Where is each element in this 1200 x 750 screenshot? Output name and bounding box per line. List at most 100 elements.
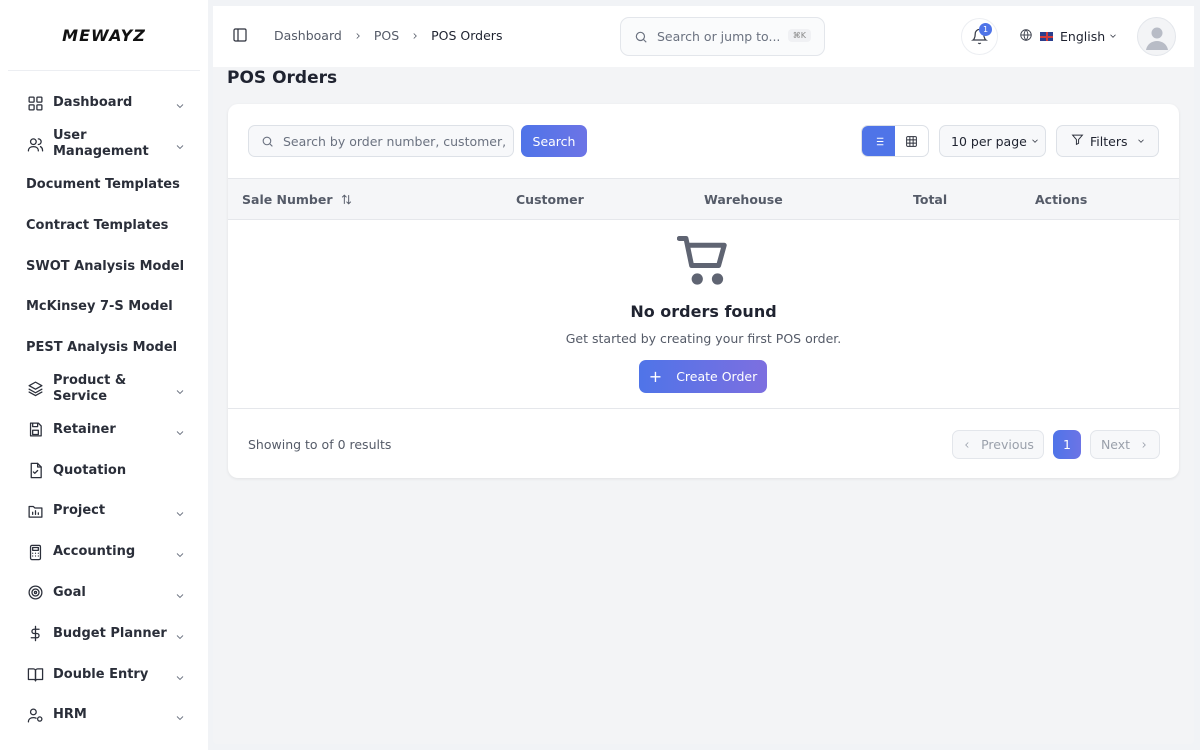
next-page-button[interactable]: Next (1090, 430, 1160, 459)
chevron-down-icon (174, 505, 186, 517)
sidebar-item-label: McKinsey 7-S Model (26, 299, 173, 315)
column-sale-number[interactable]: Sale Number (242, 192, 353, 207)
column-total: Total (913, 192, 948, 207)
chevron-down-icon (1127, 134, 1146, 149)
filter-bar: Search 10 per page Filters (228, 104, 1179, 178)
user-avatar[interactable] (1137, 17, 1176, 56)
chevron-down-icon (1032, 139, 1038, 143)
per-page-select[interactable]: 10 per page (939, 125, 1046, 157)
sidebar-item-goal[interactable]: Goal (0, 573, 208, 614)
order-search-field[interactable] (248, 125, 514, 157)
chevron-down-icon (174, 709, 186, 721)
filter-icon (1071, 133, 1090, 149)
sidebar-item-label: Project (53, 503, 106, 519)
sidebar-item-swot-analysis-model[interactable]: SWOT Analysis Model (0, 246, 208, 287)
chevron-right-icon (1142, 441, 1146, 448)
next-label: Next (1100, 437, 1131, 452)
sidebar-item-retainer[interactable]: Retainer (0, 409, 208, 450)
grid-icon (906, 135, 917, 147)
main-content: Dashboard POS POS Orders Search or jump … (213, 6, 1194, 744)
column-label: Sale Number (242, 192, 333, 207)
chevron-down-icon (174, 546, 186, 558)
global-search[interactable]: Search or jump to... ⌘K (620, 17, 825, 56)
sidebar-item-double-entry[interactable]: Double Entry (0, 654, 208, 695)
sidebar-item-quotation[interactable]: Quotation (0, 450, 208, 491)
sidebar-item-label: Document Templates (26, 176, 180, 192)
grid-view-button[interactable] (895, 126, 928, 156)
chevron-down-icon (174, 424, 186, 436)
sidebar-item-dashboard[interactable]: Dashboard (0, 83, 208, 124)
topbar: Dashboard POS POS Orders Search or jump … (213, 6, 1194, 67)
sidebar-item-accounting[interactable]: Accounting (0, 532, 208, 573)
empty-state-subtitle: Get started by creating your first POS o… (565, 331, 842, 346)
sidebar: MEWAYZ Dashboard User Management Documen… (0, 0, 208, 750)
search-icon (262, 136, 273, 147)
chevron-down-icon (174, 669, 186, 681)
create-order-label: Create Order (676, 369, 758, 384)
plus-icon: + (648, 366, 663, 386)
sidebar-item-project[interactable]: Project (0, 491, 208, 532)
sidebar-nav: Dashboard User Management Document Templ… (0, 83, 208, 736)
sidebar-item-label: PEST Analysis Model (26, 340, 178, 356)
filters-label: Filters (1090, 133, 1128, 149)
chevron-right-icon (353, 31, 363, 41)
file-check-icon (26, 462, 44, 480)
sidebar-item-mckinsey-7s-model[interactable]: McKinsey 7-S Model (0, 287, 208, 328)
layers-icon (26, 380, 44, 398)
keyboard-shortcut: ⌘K (787, 29, 811, 42)
global-search-placeholder: Search or jump to... (657, 29, 781, 44)
sidebar-item-label: Dashboard (53, 95, 133, 111)
dollar-icon (26, 625, 44, 643)
breadcrumb-pos[interactable]: POS (374, 28, 399, 43)
save-icon (26, 421, 44, 439)
chevron-down-icon (174, 587, 186, 599)
chevron-down-icon (1105, 29, 1118, 44)
shopping-cart-icon (676, 234, 731, 292)
order-search-input[interactable] (283, 133, 508, 149)
column-warehouse: Warehouse (704, 192, 783, 207)
sidebar-item-document-templates[interactable]: Document Templates (0, 165, 208, 206)
search-button[interactable]: Search (521, 125, 587, 157)
uk-flag-icon (1040, 32, 1053, 41)
search-icon (635, 31, 647, 43)
table-header: Sale Number Customer Warehouse Total Act… (228, 178, 1179, 220)
sidebar-item-label: Product & Service (53, 372, 127, 404)
notification-badge: 1 (979, 23, 992, 36)
page-number-button[interactable]: 1 (1053, 430, 1081, 459)
chevron-down-icon (174, 97, 186, 109)
list-icon (874, 137, 884, 145)
sidebar-item-pest-analysis-model[interactable]: PEST Analysis Model (0, 328, 208, 369)
column-customer: Customer (516, 192, 584, 207)
previous-page-button[interactable]: Previous (952, 430, 1044, 459)
language-selector[interactable]: English (1019, 28, 1118, 45)
notifications-button[interactable]: 1 (961, 18, 998, 55)
sidebar-item-label: Quotation (53, 462, 127, 478)
table-footer: Showing to of 0 results Previous 1 Next (228, 408, 1179, 478)
breadcrumb: Dashboard POS POS Orders (274, 28, 502, 43)
previous-label: Previous (981, 437, 1034, 452)
breadcrumb-dashboard[interactable]: Dashboard (274, 28, 342, 43)
sort-icon[interactable] (340, 193, 353, 206)
app-logo[interactable]: MEWAYZ (0, 26, 208, 45)
sidebar-item-label: Contract Templates (26, 217, 169, 233)
divider (8, 70, 200, 71)
language-label: English (1060, 29, 1106, 44)
chevron-right-icon (410, 31, 420, 41)
globe-icon (1019, 28, 1040, 45)
users-icon (26, 135, 44, 153)
book-open-icon (26, 666, 44, 684)
list-view-button[interactable] (862, 126, 895, 156)
filters-button[interactable]: Filters (1056, 125, 1159, 157)
sidebar-item-product-service[interactable]: Product & Service (0, 369, 208, 410)
sidebar-item-hrm[interactable]: HRM (0, 695, 208, 736)
sidebar-item-budget-planner[interactable]: Budget Planner (0, 613, 208, 654)
sidebar-item-label: Budget Planner (53, 625, 167, 641)
sidebar-item-contract-templates[interactable]: Contract Templates (0, 205, 208, 246)
sidebar-item-label: SWOT Analysis Model (26, 258, 185, 274)
create-order-button[interactable]: + Create Order (639, 360, 767, 393)
sidebar-item-label: Double Entry (53, 666, 149, 682)
folder-chart-icon (26, 502, 44, 520)
sidebar-item-user-management[interactable]: User Management (0, 124, 208, 165)
sidebar-toggle-icon[interactable] (232, 27, 250, 45)
target-icon (26, 584, 44, 602)
